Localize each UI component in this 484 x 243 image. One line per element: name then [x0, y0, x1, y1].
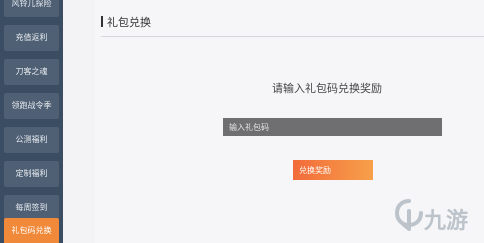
redeem-instruction: 请输入礼包码兑换奖励 [272, 82, 382, 95]
sidebar-item-beta-benefits[interactable]: 公测福利 [4, 127, 59, 153]
sidebar-item-custom-benefits[interactable]: 定制福利 [4, 161, 59, 187]
sidebar-item-blade-soul[interactable]: 刀客之魂 [4, 59, 59, 85]
redeem-code-input[interactable] [223, 118, 442, 136]
page-title: 礼包兑换 [107, 16, 151, 29]
redeem-code-screen: 风铃儿探险 充值返利 刀客之魂 领跑战令季 公测福利 定制福利 每周签到 礼包码… [0, 0, 484, 243]
sidebar-item-recharge-rebate[interactable]: 充值返利 [4, 25, 59, 51]
title-accent-bar [101, 16, 103, 27]
sidebar-item-season-pass[interactable]: 领跑战令季 [4, 93, 59, 119]
watermark-logo: 九游 [394, 198, 478, 234]
watermark-text: 九游 [424, 209, 469, 234]
nine-game-logo-icon [394, 199, 423, 231]
sidebar-item-wind-chime-adventure[interactable]: 风铃儿探险 [4, 0, 59, 17]
panel-header: 礼包兑换 [101, 10, 484, 37]
redeem-button[interactable]: 兑换奖励 [293, 160, 373, 180]
sidebar: 风铃儿探险 充值返利 刀客之魂 领跑战令季 公测福利 定制福利 每周签到 礼包码… [0, 0, 63, 243]
sidebar-item-redeem-code[interactable]: 礼包码兑换 [4, 218, 59, 243]
